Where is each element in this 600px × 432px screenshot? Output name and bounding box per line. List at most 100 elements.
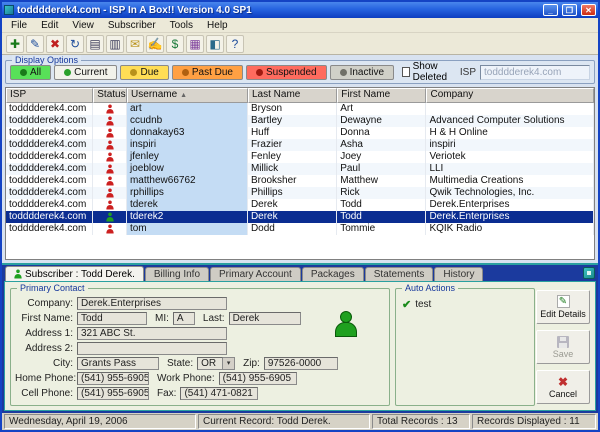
tab-statements[interactable]: Statements (365, 267, 434, 281)
table-row[interactable]: todddderek4.comrphillipsPhillipsRickQwik… (6, 187, 594, 199)
reports-icon[interactable]: ◧ (206, 35, 224, 53)
column-header-status[interactable]: Status (93, 88, 127, 103)
company-field[interactable]: Derek.Enterprises (77, 297, 227, 310)
table-row[interactable]: todddderek4.comartBrysonArt (6, 103, 594, 115)
address1-label: Address 1: (15, 328, 77, 339)
table-row[interactable]: todddderek4.comdonnakay63HuffDonnaH & H … (6, 127, 594, 139)
cell-last-name: Millick (248, 163, 337, 175)
filter-suspended-button[interactable]: Suspended (246, 65, 327, 80)
last-name-label: Last: (195, 313, 229, 324)
cell-phone-field[interactable]: (541) 955-6905 (77, 387, 149, 400)
packages-icon[interactable]: ▦ (186, 35, 204, 53)
filter-inactive-button[interactable]: Inactive (330, 65, 394, 80)
cell-last-name: Fenley (248, 151, 337, 163)
edit-subscriber-icon[interactable]: ✎ (26, 35, 44, 53)
panel-expand-button[interactable] (583, 267, 595, 279)
show-deleted-checkbox[interactable]: Show Deleted (402, 61, 456, 83)
fax-field[interactable]: (541) 471-0821 (180, 387, 258, 400)
menu-edit[interactable]: Edit (34, 19, 65, 32)
column-header-username[interactable]: Username▲ (127, 88, 248, 103)
table-row[interactable]: todddderek4.commatthew66762BrooksherMatt… (6, 175, 594, 187)
subscriber-avatar-icon (335, 311, 355, 337)
delete-subscriber-icon[interactable]: ✖ (46, 35, 64, 53)
zip-field[interactable]: 97526-0000 (264, 357, 338, 370)
status-person-icon (106, 201, 113, 210)
city-field[interactable]: Grants Pass (77, 357, 159, 370)
filter-all-button[interactable]: All (10, 65, 51, 80)
edit-details-button[interactable]: ✎ Edit Details (536, 290, 590, 324)
tab-subscriber[interactable]: Subscriber : Todd Derek. (5, 266, 144, 281)
menu-subscriber[interactable]: Subscriber (101, 19, 163, 32)
minimize-button[interactable]: _ (543, 4, 558, 16)
cell-company: Advanced Computer Solutions (426, 115, 594, 127)
first-name-field[interactable]: Todd (77, 312, 147, 325)
menu-help[interactable]: Help (200, 19, 235, 32)
maximize-button[interactable]: ❐ (562, 4, 577, 16)
filter-past-due-button[interactable]: Past Due (172, 65, 243, 80)
title-bar: todddderek4.com - ISP In A Box!! Version… (2, 2, 598, 18)
filter-status-icon (130, 69, 137, 76)
mi-field[interactable]: A (173, 312, 195, 325)
cancel-button[interactable]: ✖ Cancel (536, 370, 590, 404)
status-person-icon (106, 189, 113, 198)
cell-isp: todddderek4.com (6, 139, 93, 151)
refresh-icon[interactable]: ↻ (66, 35, 84, 53)
state-select[interactable]: OR (197, 357, 223, 370)
status-person-icon (106, 177, 113, 186)
last-name-field[interactable]: Derek (229, 312, 301, 325)
table-row[interactable]: todddderek4.comtomDoddTommieKQIK Radio (6, 223, 594, 235)
cell-isp: todddderek4.com (6, 199, 93, 211)
help-icon[interactable]: ? (226, 35, 244, 53)
work-phone-field[interactable]: (541) 955-6905 (219, 372, 297, 385)
column-header-isp[interactable]: ISP (6, 88, 93, 103)
copy-record-icon[interactable]: ▤ (86, 35, 104, 53)
cell-company: Multimedia Creations (426, 175, 594, 187)
table-row[interactable]: todddderek4.cominspiriFrazierAshainspiri (6, 139, 594, 151)
filter-label: Current (74, 67, 107, 78)
filter-current-button[interactable]: Current (54, 65, 117, 80)
address2-field[interactable] (77, 342, 227, 355)
menu-file[interactable]: File (4, 19, 34, 32)
filter-label: Past Due (192, 67, 233, 78)
home-phone-label: Home Phone: (15, 373, 77, 384)
state-dropdown-arrow-icon[interactable]: ▾ (223, 357, 235, 370)
cell-first-name: Todd (337, 211, 426, 223)
auto-action-item[interactable]: ✔test (402, 299, 528, 310)
checkbox-unchecked-icon[interactable] (402, 67, 410, 77)
save-button[interactable]: Save (536, 330, 590, 364)
home-phone-field[interactable]: (541) 955-6905 (77, 372, 149, 385)
mi-label: MI: (147, 313, 173, 324)
cell-last-name: Phillips (248, 187, 337, 199)
filter-due-button[interactable]: Due (120, 65, 168, 80)
table-row[interactable]: todddderek4.comtderek2DerekToddDerek.Ent… (6, 211, 594, 223)
tab-packages[interactable]: Packages (302, 267, 364, 281)
menu-view[interactable]: View (65, 19, 101, 32)
status-person-icon (106, 129, 113, 138)
action-panel: ✎ Edit Details Save ✖ Cancel (534, 288, 592, 406)
column-header-first-name[interactable]: First Name (337, 88, 426, 103)
close-button[interactable]: ✕ (581, 4, 596, 16)
tab-primary-account[interactable]: Primary Account (210, 267, 301, 281)
export-icon[interactable]: ▥ (106, 35, 124, 53)
zip-label: Zip: (235, 358, 264, 369)
auto-actions-group: Auto Actions ✔test (395, 288, 535, 406)
tab-billing-info[interactable]: Billing Info (145, 267, 209, 281)
table-row[interactable]: todddderek4.comjoeblowMillickPaulLLI (6, 163, 594, 175)
table-row[interactable]: todddderek4.comjfenleyFenleyJoeyVeriotek (6, 151, 594, 163)
column-header-last-name[interactable]: Last Name (248, 88, 337, 103)
table-row[interactable]: todddderek4.comtderekDerekToddDerek.Ente… (6, 199, 594, 211)
subscriber-grid: ISPStatusUsername▲Last NameFirst NameCom… (5, 87, 595, 260)
isp-input[interactable]: todddderek4.com (480, 65, 590, 80)
tab-history[interactable]: History (434, 267, 483, 281)
column-header-company[interactable]: Company (426, 88, 594, 103)
cell-isp: todddderek4.com (6, 163, 93, 175)
notes-icon[interactable]: ✍ (146, 35, 164, 53)
checkbox-checked-icon[interactable]: ✔ (402, 300, 411, 310)
table-row[interactable]: todddderek4.comccudnbBartleyDewayneAdvan… (6, 115, 594, 127)
email-icon[interactable]: ✉ (126, 35, 144, 53)
billing-icon[interactable]: $ (166, 35, 184, 53)
address1-field[interactable]: 321 ABC St. (77, 327, 227, 340)
add-subscriber-icon[interactable]: ✚ (6, 35, 24, 53)
cell-username: tom (127, 223, 248, 235)
menu-tools[interactable]: Tools (163, 19, 200, 32)
